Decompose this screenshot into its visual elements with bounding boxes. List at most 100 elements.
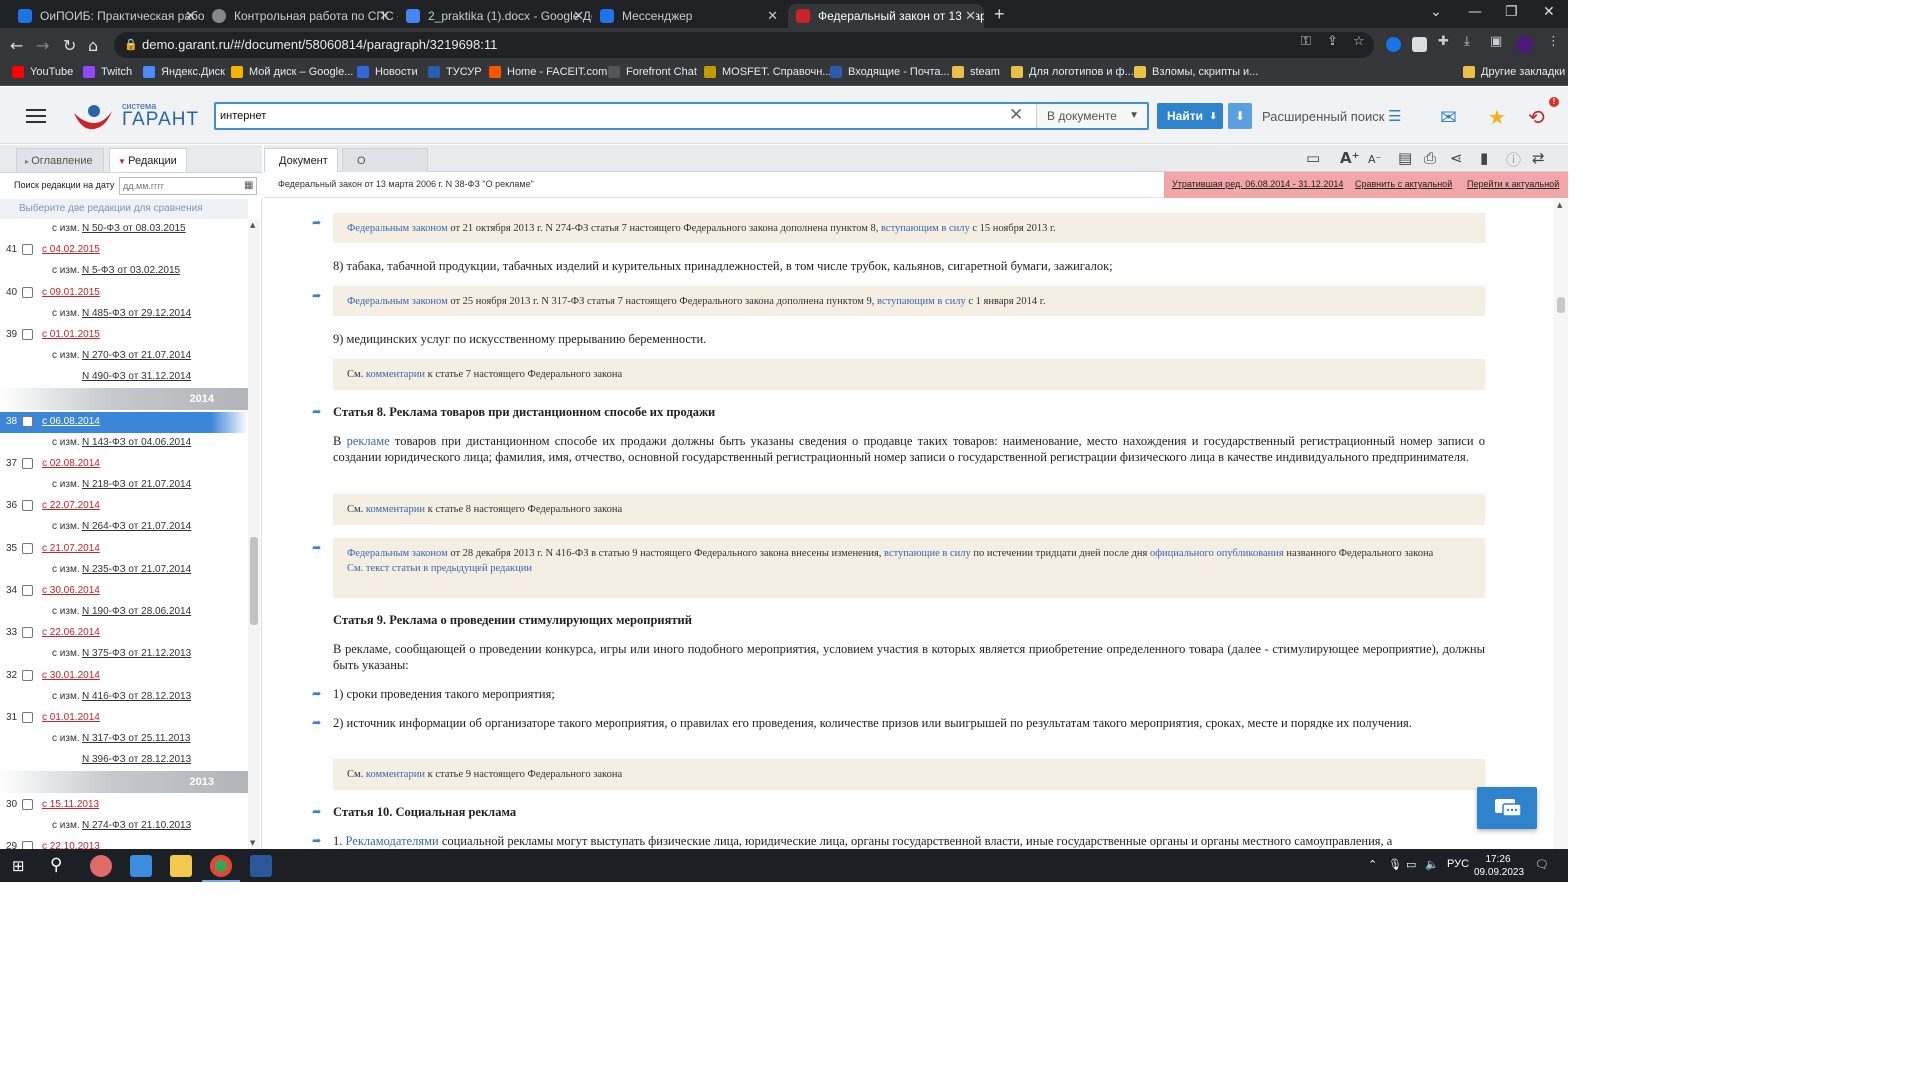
system-clock[interactable]: 17:26 09.09.2023 [1474,853,1524,879]
browser-tab-3[interactable]: 2_praktika (1).docx - Google Док ✕ [398,4,592,28]
edition-date-link[interactable]: с 09.01.2015 [42,287,100,298]
browser-menu-icon[interactable]: ⋮ [1547,34,1560,49]
font-decrease-icon[interactable]: A⁻ [1368,153,1381,166]
share-icon[interactable]: ⇪ [1327,34,1338,49]
edition-checkbox[interactable] [22,712,33,723]
chrome-icon[interactable] [210,855,232,877]
advanced-search-link[interactable]: Расширенный поиск ☰ [1262,107,1402,125]
edition-row[interactable]: 33 с 22.06.2014 [0,623,248,644]
word-icon[interactable] [250,855,272,877]
edition-row[interactable]: 36 с 22.07.2014 [0,496,248,517]
bookmark-twitch[interactable]: Twitch [83,66,132,78]
new-tab-button[interactable]: + [994,4,1005,25]
paragraph-link-icon[interactable]: ➦ [312,805,321,818]
edition-checkbox[interactable] [22,585,33,596]
view-mode-icon[interactable]: ▭ [1306,149,1320,167]
tray-chevron-icon[interactable]: ⌃ [1368,858,1377,871]
browser-tab-2[interactable]: Контрольная работа по СПС «К ✕ [204,4,398,28]
law-link[interactable]: N 274-ФЗ от 21.10.2013 [82,820,191,831]
paragraph-link-icon[interactable]: ➦ [312,716,321,729]
share-icon[interactable]: ⋖ [1450,149,1463,167]
previous-edition-link[interactable]: См. текст статьи в предыдущей редакции [347,563,532,574]
edition-date-link[interactable]: с 15.11.2013 [42,799,99,810]
scrollbar-thumb[interactable] [250,537,258,625]
search-icon[interactable]: ⚲ [50,855,62,875]
edition-row[interactable]: 30 с 15.11.2013 [0,795,248,816]
paragraph-link-icon[interactable]: ➦ [312,405,321,418]
obsolete-edition-label[interactable]: Утратившая ред. 06.08.2014 - 31.12.2014 [1172,179,1343,189]
bookmark-folder-hacks[interactable]: Взломы, скрипты и... [1134,66,1258,78]
app-icon[interactable] [90,855,112,877]
edition-checkbox[interactable] [22,799,33,810]
edition-row[interactable]: 41 с 04.02.2015 [0,240,248,261]
edition-row[interactable]: 39 с 01.01.2015 [0,325,248,346]
info-icon[interactable]: ⓘ [1506,149,1521,170]
edition-checkbox[interactable] [22,543,33,554]
side-panel-icon[interactable]: ▣ [1490,34,1502,49]
scroll-up-icon[interactable]: ▲ [1557,201,1562,209]
law-link[interactable]: N 264-ФЗ от 21.07.2014 [82,521,191,532]
edition-checkbox[interactable] [22,841,33,849]
commentary-link[interactable]: комментарии [366,769,425,780]
bookmark-faceit[interactable]: Home - FACEIT.com [489,66,607,78]
law-link[interactable]: N 50-ФЗ от 08.03.2015 [82,223,186,234]
bookmark-icon[interactable]: ▮ [1480,149,1488,167]
law-link[interactable]: N 190-ФЗ от 28.06.2014 [82,606,191,617]
advertising-link[interactable]: рекламе [347,434,390,448]
commentary-link[interactable]: комментарии [366,504,425,515]
edition-row[interactable]: 40 с 09.01.2015 [0,283,248,304]
edition-row[interactable]: 34 с 30.06.2014 [0,581,248,602]
language-indicator[interactable]: РУС [1447,858,1469,870]
law-link[interactable]: N 235-ФЗ от 21.07.2014 [82,564,191,575]
extensions-puzzle-icon[interactable]: ✚ [1438,34,1449,49]
windows-start-icon[interactable]: ⊞ [12,857,25,875]
extension-icon[interactable] [1386,37,1401,52]
edition-row[interactable]: 37 с 02.08.2014 [0,454,248,475]
tab-document[interactable]: Документ [264,148,338,172]
edition-date-link[interactable]: с 02.08.2014 [42,458,100,469]
edition-date-link[interactable]: с 01.01.2014 [42,712,100,723]
law-link[interactable]: N 490-ФЗ от 31.12.2014 [82,371,191,382]
law-link[interactable]: N 375-ФЗ от 21.12.2013 [82,648,191,659]
edition-checkbox[interactable] [22,244,33,255]
hamburger-menu-icon[interactable] [26,109,46,123]
find-button[interactable]: Найти ⬇ [1157,103,1223,129]
reload-icon[interactable]: ↻ [63,36,76,55]
profile-avatar[interactable] [1516,36,1533,53]
restore-window-button[interactable]: ❐ [1505,4,1518,20]
edition-checkbox[interactable] [22,500,33,511]
close-tab-icon[interactable]: ✕ [185,8,196,24]
bookmark-mosfet[interactable]: MOSFET. Справочн... [704,66,831,78]
edition-date-link[interactable]: с 04.02.2015 [42,244,100,255]
edition-date-link[interactable]: с 22.07.2014 [42,500,100,511]
scroll-down-icon[interactable]: ▼ [250,839,255,847]
edition-checkbox[interactable] [22,670,33,681]
edition-row[interactable]: 31 с 01.01.2014 [0,708,248,729]
close-tab-icon[interactable]: ✕ [573,8,584,24]
search-history-button[interactable]: ⬇ [1228,103,1252,129]
edition-row[interactable]: 32 с 30.01.2014 [0,666,248,687]
commentary-link[interactable]: комментарии [366,369,425,380]
bookmark-folder-logos[interactable]: Для логотипов и ф... [1011,66,1134,78]
law-link[interactable]: N 317-ФЗ от 25.11.2013 [82,733,190,744]
edition-checkbox[interactable] [22,287,33,298]
favorites-star-icon[interactable]: ★ [1488,105,1506,129]
edition-row[interactable]: 29 с 22.10.2013 [0,837,248,849]
close-tab-icon[interactable]: ✕ [767,8,778,24]
other-bookmarks[interactable]: Другие закладки [1463,66,1565,78]
app-icon[interactable] [130,855,152,877]
bookmark-youtube[interactable]: YouTube [12,66,73,78]
edition-date-link[interactable]: с 06.08.2014 [42,416,100,427]
tab-search-icon[interactable]: ⌄ [1430,4,1442,20]
paragraph-link-icon[interactable]: ➦ [312,289,321,302]
law-link[interactable]: N 485-ФЗ от 29.12.2014 [82,308,191,319]
entry-into-force-link[interactable]: вступающим в силу [881,223,970,234]
tab-editions[interactable]: ▼ Редакции [109,148,187,172]
bookmark-tusur[interactable]: ТУСУР [428,66,482,78]
garant-logo[interactable]: система ГАРАНТ [72,101,198,135]
law-link[interactable]: N 270-ФЗ от 21.07.2014 [82,350,191,361]
calendar-icon[interactable]: ▦ [244,180,253,191]
back-arrow-icon[interactable]: ← [10,36,23,55]
network-icon[interactable]: ▭ [1406,858,1416,871]
tab-contents[interactable]: ▸ Оглавление [16,148,104,172]
